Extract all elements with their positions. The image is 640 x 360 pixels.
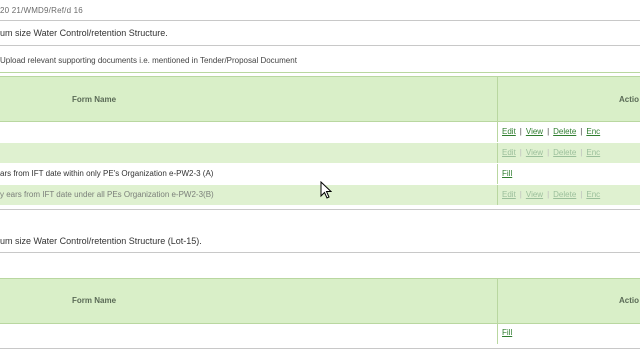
divider <box>0 45 640 46</box>
edit-link[interactable]: Edit <box>502 148 516 157</box>
table-row: Edit | View | Delete | Enc <box>0 143 640 163</box>
table-row: Fill <box>0 324 640 344</box>
view-link[interactable]: View <box>526 127 543 136</box>
view-link[interactable]: View <box>526 190 543 199</box>
fill-link[interactable]: Fill <box>502 328 512 337</box>
tender-reference-id: 20 21/WMD9/Ref/d 16 <box>0 6 83 15</box>
delete-link[interactable]: Delete <box>553 148 576 157</box>
form-name-header: Form Name <box>72 95 117 104</box>
fill-link[interactable]: Fill <box>502 169 512 178</box>
row-actions: Edit | View | Delete | Enc <box>502 148 601 157</box>
encrypt-link[interactable]: Enc <box>586 190 600 199</box>
section-title-2: um size Water Control/retention Structur… <box>0 236 202 246</box>
encrypt-link[interactable]: Enc <box>586 127 600 136</box>
section-title-1: um size Water Control/retention Structur… <box>0 28 168 38</box>
row-actions: Edit | View | Delete | Enc <box>502 190 601 199</box>
edit-link[interactable]: Edit <box>502 190 516 199</box>
table-row: Edit | View | Delete | Enc <box>0 122 640 142</box>
divider <box>0 20 640 21</box>
divider <box>0 209 640 210</box>
divider <box>0 348 640 349</box>
form-name-cell: ars from IFT date within only PE's Organ… <box>0 169 214 178</box>
view-link[interactable]: View <box>526 148 543 157</box>
delete-link[interactable]: Delete <box>553 127 576 136</box>
row-actions: Edit | View | Delete | Enc <box>502 127 601 136</box>
form-name-header: Form Name <box>72 296 117 305</box>
mouse-pointer-icon <box>320 181 332 199</box>
encrypt-link[interactable]: Enc <box>586 148 600 157</box>
divider <box>0 252 640 253</box>
table-1-header: Form Name Actio <box>0 76 640 122</box>
delete-link[interactable]: Delete <box>553 190 576 199</box>
form-name-cell: y ears from IFT date under all PEs Organ… <box>0 190 214 199</box>
edit-link[interactable]: Edit <box>502 127 516 136</box>
action-header: Actio <box>619 95 639 104</box>
table-2-header: Form Name Actio <box>0 278 640 324</box>
upload-note: Upload relevant supporting documents i.e… <box>0 56 297 65</box>
action-header: Actio <box>619 296 639 305</box>
divider <box>0 72 640 73</box>
